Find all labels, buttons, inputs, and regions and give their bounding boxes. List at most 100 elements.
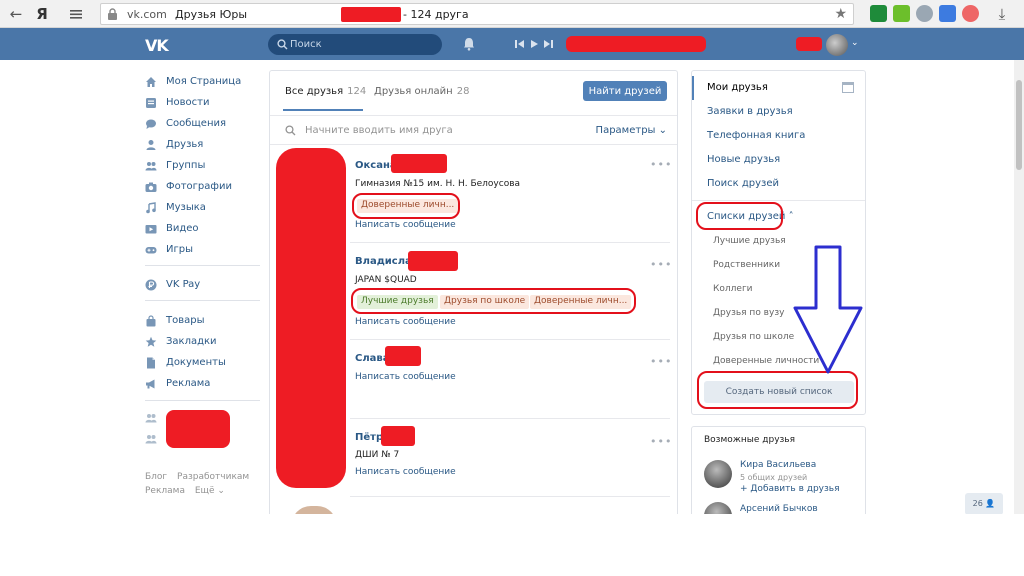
friend-school: ДШИ № 7 xyxy=(355,450,400,460)
page-title-suffix: - 124 друга xyxy=(403,8,469,21)
possible-friend-name[interactable]: Арсений Бычков xyxy=(740,504,818,514)
menu-phone-book[interactable]: Телефонная книга xyxy=(707,130,805,141)
menu-friend-requests[interactable]: Заявки в друзья xyxy=(707,106,793,117)
user-avatar[interactable] xyxy=(826,34,848,56)
more-options-icon[interactable]: ••• xyxy=(650,355,672,368)
nav-item-label: Закладки xyxy=(166,336,217,347)
write-message-link[interactable]: Написать сообщение xyxy=(355,467,456,477)
write-message-link[interactable]: Написать сообщение xyxy=(355,220,456,230)
music-icon xyxy=(146,202,156,214)
footer-link-more[interactable]: Ещё ⌄ xyxy=(195,486,225,496)
annotation-highlight xyxy=(697,371,858,409)
possible-friends-title: Возможные друзья xyxy=(704,435,796,445)
menu-my-friends[interactable]: Мои друзья xyxy=(707,82,768,93)
star-icon xyxy=(145,336,157,347)
vk-logo[interactable]: VK xyxy=(145,36,169,55)
nav-item-label: Группы xyxy=(166,160,206,171)
extension-download-icon[interactable] xyxy=(893,5,910,22)
redaction-mark xyxy=(385,346,421,366)
footer-link-ads[interactable]: Реклама xyxy=(145,486,185,496)
chat-counter-badge[interactable]: 26 👤 xyxy=(965,493,1003,515)
redaction-mark xyxy=(381,426,415,446)
footer-link-blog[interactable]: Блог xyxy=(145,472,167,482)
nav-item-games[interactable]: Игры xyxy=(145,241,265,259)
nav-item-documents[interactable]: Документы xyxy=(145,354,265,372)
more-options-icon[interactable]: ••• xyxy=(650,258,672,271)
yandex-icon[interactable]: Я xyxy=(32,4,52,24)
nav-item-photos[interactable]: Фотографии xyxy=(145,178,265,196)
nav-item-bookmarks[interactable]: Закладки xyxy=(145,333,265,351)
friend-list-item[interactable]: Друзья по школе xyxy=(713,332,794,342)
download-icon[interactable]: ⤓ xyxy=(992,4,1012,24)
row-divider xyxy=(350,418,670,419)
parameters-dropdown[interactable]: Параметры ⌄ xyxy=(596,125,667,136)
friend-search-bar: Параметры ⌄ xyxy=(270,115,677,145)
browser-toolbar: ← Я vk.com Друзья Юры - 124 друга ★ ⤓ xyxy=(0,0,1024,28)
scrollbar-thumb[interactable] xyxy=(1016,80,1022,170)
nav-item-news[interactable]: Новости xyxy=(145,94,265,112)
vk-header: VK ⌄ xyxy=(0,28,1024,60)
redaction-mark xyxy=(391,154,447,173)
nav-item-vkpay[interactable]: VK Pay xyxy=(145,276,265,294)
screen: ← Я vk.com Друзья Юры - 124 друга ★ ⤓ VK xyxy=(0,0,1024,576)
more-options-icon[interactable]: ••• xyxy=(650,158,672,171)
nav-item-label: Товары xyxy=(166,315,205,326)
extension-record-icon[interactable] xyxy=(962,5,979,22)
back-icon[interactable]: ← xyxy=(6,4,26,24)
friend-name[interactable]: Пётр xyxy=(355,432,383,443)
footer-links: Реклама Ещё ⌄ xyxy=(145,486,232,496)
bell-icon[interactable] xyxy=(463,37,475,51)
nav-item-ads[interactable]: Реклама xyxy=(145,375,265,393)
nav-item-label: VK Pay xyxy=(166,279,201,290)
nav-item-label: Игры xyxy=(166,244,193,255)
nav-item-groups[interactable]: Группы xyxy=(145,157,265,175)
possible-friend-avatar[interactable] xyxy=(704,460,732,488)
chevron-down-icon[interactable]: ⌄ xyxy=(851,38,859,48)
address-bar[interactable]: vk.com Друзья Юры - 124 друга ★ xyxy=(100,3,854,25)
add-friend-link[interactable]: + Добавить в друзья xyxy=(740,484,840,494)
extension-globe-icon[interactable] xyxy=(916,5,933,22)
friend-list-item[interactable]: Лучшие друзья xyxy=(713,236,786,246)
friend-list-item[interactable]: Родственники xyxy=(713,260,780,270)
extension-shield-icon[interactable] xyxy=(870,5,887,22)
friend-search-input[interactable] xyxy=(305,122,585,139)
nav-item-music[interactable]: Музыка xyxy=(145,199,265,217)
write-message-link[interactable]: Написать сообщение xyxy=(355,317,456,327)
window-icon[interactable] xyxy=(842,82,854,93)
row-divider xyxy=(350,339,670,340)
tab-all-friends[interactable]: Все друзья 124 xyxy=(285,86,366,97)
groups-icon xyxy=(145,414,157,423)
nav-item-video[interactable]: Видео xyxy=(145,220,265,238)
possible-friend-name[interactable]: Кира Васильева xyxy=(740,460,816,470)
menu-icon[interactable] xyxy=(66,4,86,24)
page-scrollbar[interactable] xyxy=(1014,60,1024,514)
menu-find-friends[interactable]: Поиск друзей xyxy=(707,178,779,189)
annotation-highlight xyxy=(351,288,636,314)
nav-item-friends[interactable]: Друзья xyxy=(145,136,265,154)
nav-item-label: Моя Страница xyxy=(166,76,242,87)
empty-area-below xyxy=(0,514,1024,576)
tab-count: 124 xyxy=(347,86,367,97)
friend-list-item[interactable]: Коллеги xyxy=(713,284,753,294)
friend-list-item[interactable]: Друзья по вузу xyxy=(713,308,784,318)
header-search-input[interactable] xyxy=(290,36,430,53)
extension-translate-icon[interactable] xyxy=(939,5,956,22)
find-friends-button[interactable]: Найти друзей xyxy=(583,81,667,101)
menu-new-friends[interactable]: Новые друзья xyxy=(707,154,780,165)
document-icon xyxy=(147,357,155,369)
nav-item-messages[interactable]: Сообщения xyxy=(145,115,265,133)
redaction-mark xyxy=(276,148,346,488)
address-host: vk.com xyxy=(127,8,167,21)
write-message-link[interactable]: Написать сообщение xyxy=(355,372,456,382)
bookmark-star-icon[interactable]: ★ xyxy=(834,6,847,22)
nav-item-my-page[interactable]: Моя Страница xyxy=(145,73,265,91)
nav-item-goods[interactable]: Товары xyxy=(145,312,265,330)
redaction-mark xyxy=(341,7,401,22)
audio-player-controls[interactable] xyxy=(513,38,563,50)
footer-link-developers[interactable]: Разработчикам xyxy=(177,472,249,482)
tab-friends-online[interactable]: Друзья онлайн 28 xyxy=(374,86,469,97)
games-icon xyxy=(145,247,157,254)
nav-item-label: Фотографии xyxy=(166,181,232,192)
header-search[interactable] xyxy=(268,34,442,55)
more-options-icon[interactable]: ••• xyxy=(650,435,672,448)
